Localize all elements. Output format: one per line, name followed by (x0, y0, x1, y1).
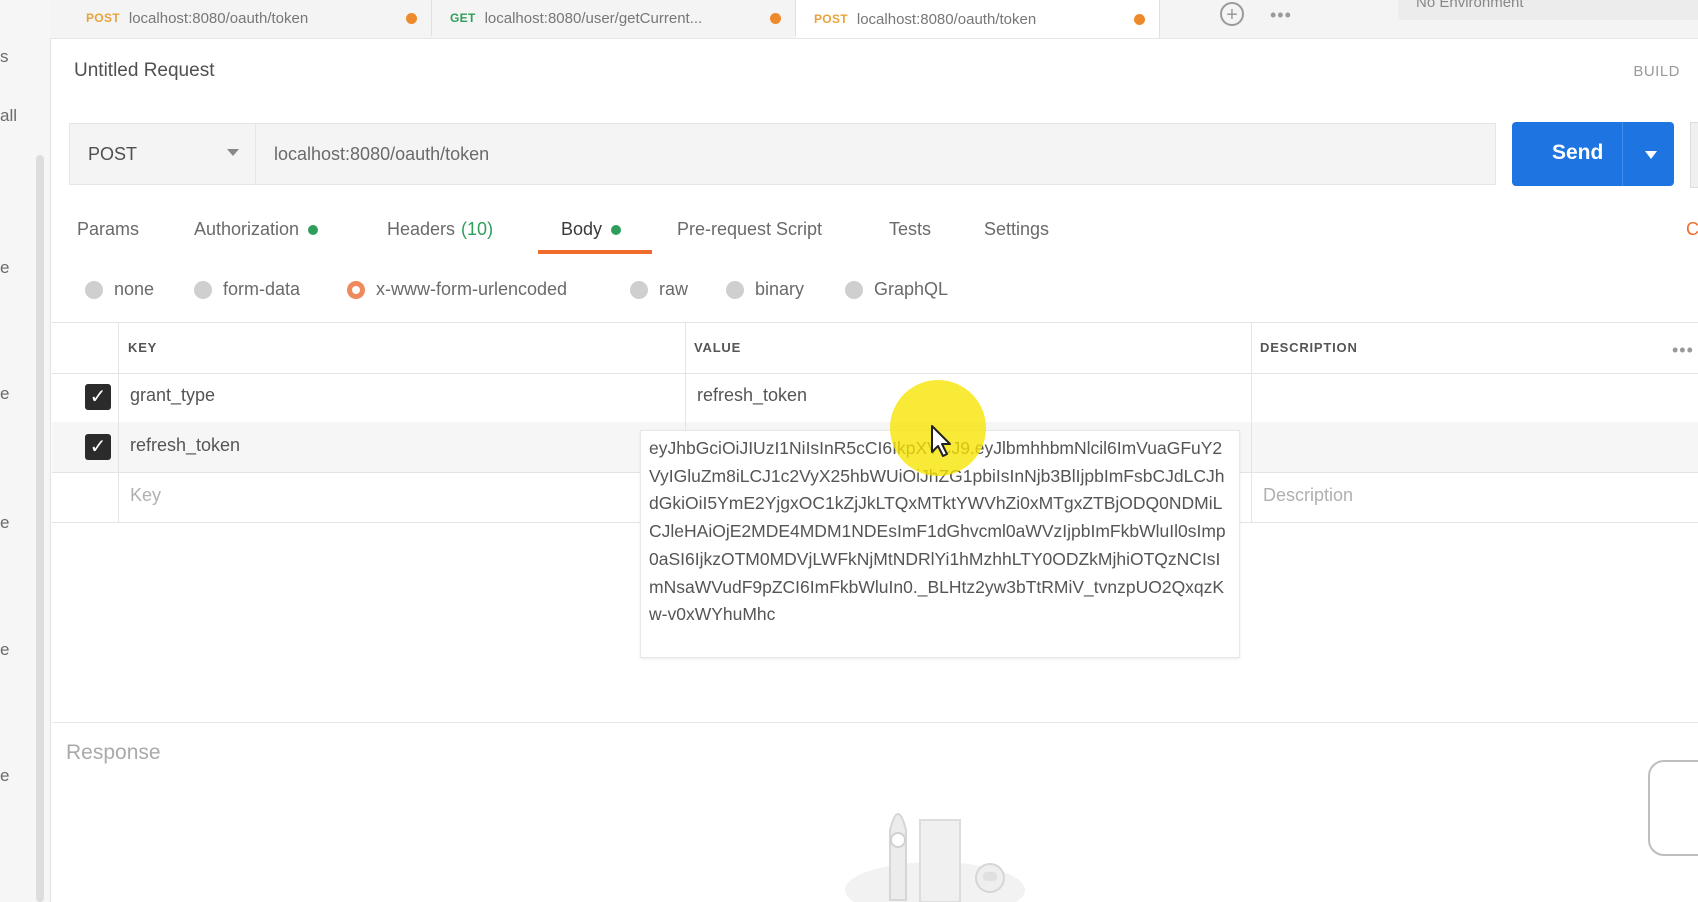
radio-none[interactable]: none (85, 279, 154, 300)
column-header-key: KEY (128, 340, 158, 355)
mouse-pointer-icon (931, 425, 951, 457)
headers-count: (10) (461, 219, 494, 239)
tab-url: localhost:8080/user/getCurrent... (484, 9, 703, 27)
url-input[interactable] (255, 123, 1496, 185)
row-checkbox[interactable]: ✓ (85, 384, 111, 410)
tab-more-icon[interactable]: ••• (1270, 5, 1292, 26)
indicator-dot-icon (308, 224, 319, 235)
radio-label: form-data (223, 279, 301, 299)
cookies-link-fragment[interactable]: C (1686, 219, 1698, 240)
radio-circle-icon (845, 280, 863, 299)
radio-label: GraphQL (874, 279, 949, 299)
sidebar-fragment: e (0, 384, 10, 403)
tab-headers[interactable]: Headers (10) (387, 219, 493, 240)
radio-form-data[interactable]: form-data (194, 279, 300, 300)
radio-raw[interactable]: raw (630, 279, 688, 300)
send-button[interactable]: Send (1512, 122, 1674, 186)
unsaved-dot-icon (770, 12, 781, 24)
save-button-edge[interactable] (1690, 122, 1698, 188)
tab-method: GET (450, 11, 476, 25)
environment-select[interactable]: No Environment (1398, 0, 1698, 20)
send-button-label: Send (1552, 141, 1604, 164)
radio-circle-icon (194, 280, 212, 299)
tab-url: localhost:8080/oauth/token (128, 9, 309, 27)
request-tab-bar: POST localhost:8080/oauth/token GET loca… (50, 0, 1698, 39)
column-divider (1251, 322, 1252, 522)
chevron-down-icon (227, 149, 239, 156)
tab-settings[interactable]: Settings (984, 219, 1049, 240)
request-tab-active[interactable]: POST localhost:8080/oauth/token (796, 0, 1160, 38)
radio-circle-icon (726, 280, 744, 299)
tab-label: Pre-request Script (677, 219, 823, 239)
radio-circle-icon (630, 280, 648, 299)
response-heading: Response (66, 741, 161, 764)
tab-params[interactable]: Params (77, 219, 139, 240)
sidebar-fragment: e (0, 640, 10, 659)
row-key[interactable]: grant_type (130, 385, 215, 406)
row-checkbox[interactable]: ✓ (85, 434, 111, 460)
new-description-placeholder[interactable]: Description (1263, 485, 1353, 506)
radio-label: x-www-form-urlencoded (376, 279, 568, 299)
request-title[interactable]: Untitled Request (74, 60, 214, 82)
unsaved-dot-icon (406, 12, 417, 24)
http-method-value: POST (88, 144, 138, 164)
column-header-value: VALUE (694, 340, 742, 355)
response-divider (52, 722, 1698, 723)
sidebar-fragment: e (0, 766, 10, 785)
active-tab-underline (538, 250, 652, 254)
sidebar-fragment: s (0, 47, 9, 66)
radio-x-www-form-urlencoded[interactable]: x-www-form-urlencoded (347, 279, 567, 300)
tab-method: POST (814, 12, 848, 26)
http-method-select[interactable]: POST (69, 123, 255, 185)
tab-label: Headers (387, 219, 456, 239)
tab-authorization[interactable]: Authorization (194, 219, 319, 240)
radio-graphql[interactable]: GraphQL (845, 279, 948, 300)
tab-pre-request-script[interactable]: Pre-request Script (677, 219, 822, 240)
row-key[interactable]: refresh_token (130, 435, 240, 456)
new-key-placeholder[interactable]: Key (130, 485, 161, 506)
tab-label: Params (77, 219, 140, 239)
tab-url: localhost:8080/oauth/token (856, 10, 1037, 28)
sidebar-scrollbar[interactable] (36, 155, 44, 902)
tab-method: POST (86, 11, 120, 25)
radio-selected-icon (347, 280, 365, 299)
request-tab[interactable]: GET localhost:8080/user/getCurrent... (432, 0, 796, 36)
radio-label: raw (659, 279, 689, 299)
rocket-illustration-icon (845, 813, 1025, 902)
new-tab-plus-icon[interactable]: + (1220, 2, 1244, 26)
tab-label: Tests (889, 219, 932, 239)
table-header: KEY VALUE DESCRIPTION (52, 322, 1698, 374)
table-row: ✓ grant_type refresh_token (52, 372, 1698, 423)
tab-body[interactable]: Body (561, 219, 622, 240)
row-value[interactable]: refresh_token (697, 385, 807, 406)
send-divider (1622, 122, 1623, 186)
radio-label: binary (755, 279, 805, 299)
tab-label: Settings (984, 219, 1050, 239)
sidebar-fragment: e (0, 513, 10, 532)
send-options-chevron-icon[interactable] (1645, 151, 1657, 159)
indicator-dot-icon (611, 224, 622, 235)
tab-label: Body (561, 219, 603, 239)
sidebar-fragment: e (0, 258, 10, 277)
radio-binary[interactable]: binary (726, 279, 804, 300)
help-widget-icon[interactable] (1648, 760, 1698, 856)
tab-tests[interactable]: Tests (889, 219, 931, 240)
tab-label: Authorization (194, 219, 300, 239)
left-sidebar-strip: s all e e e e e (0, 0, 51, 902)
unsaved-dot-icon (1134, 13, 1145, 25)
sidebar-fragment: all (0, 106, 18, 125)
column-header-description: DESCRIPTION (1260, 340, 1358, 355)
request-tab[interactable]: POST localhost:8080/oauth/token (68, 0, 432, 36)
column-divider (118, 322, 119, 522)
radio-label: none (114, 279, 155, 299)
build-mode-label[interactable]: BUILD (1633, 63, 1680, 80)
radio-circle-icon (85, 280, 103, 299)
table-more-icon[interactable]: ••• (1672, 340, 1694, 361)
